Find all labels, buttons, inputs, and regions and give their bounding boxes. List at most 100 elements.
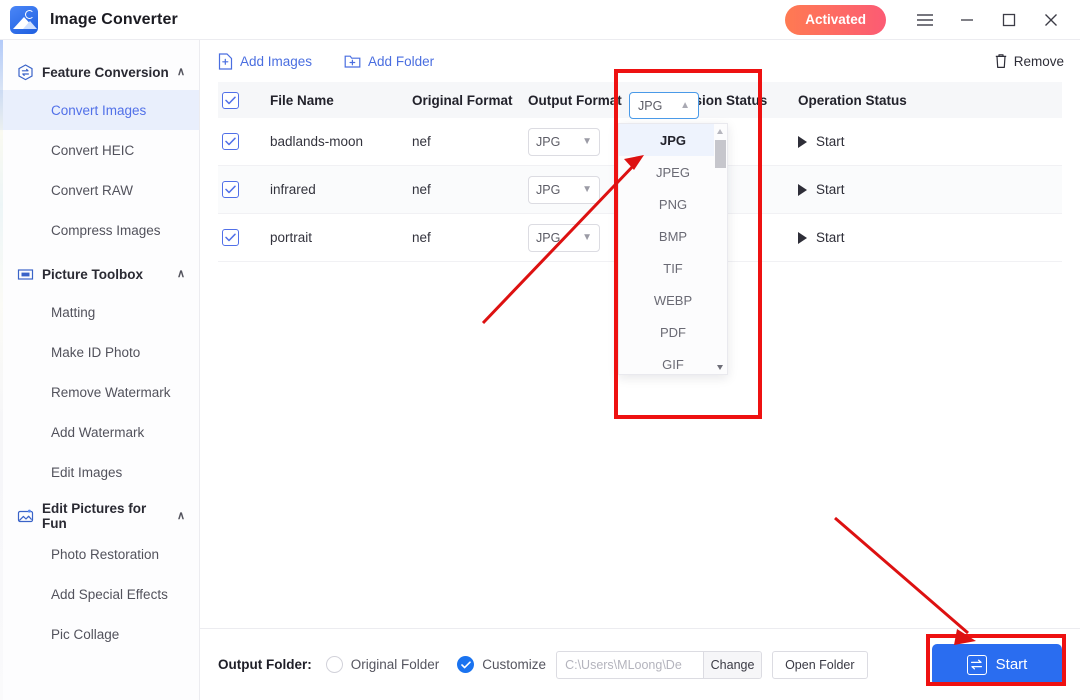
select-all-checkbox-cell[interactable] [218, 92, 270, 109]
original-folder-label: Original Folder [351, 657, 440, 672]
add-images-button[interactable]: Add Images [218, 53, 312, 70]
dropdown-option-tif[interactable]: TIF [619, 252, 727, 284]
sidebar-item-label: Make ID Photo [51, 345, 140, 360]
sidebar: Feature Conversion ∧ Convert Images Conv… [0, 40, 200, 700]
chevron-up-icon: ▲ [680, 101, 690, 111]
sidebar-item-add-special-effects[interactable]: Add Special Effects [0, 574, 199, 614]
dropdown-scrollbar[interactable] [714, 124, 727, 375]
sidebar-group-picture-toolbox[interactable]: Picture Toolbox ∧ [0, 256, 199, 292]
sidebar-item-make-id-photo[interactable]: Make ID Photo [0, 332, 199, 372]
cell-original-format: nef [412, 182, 528, 197]
window-controls: Activated [785, 0, 1080, 39]
dropdown-option-jpeg[interactable]: JPEG [619, 156, 727, 188]
sidebar-group-edit-pictures-for-fun[interactable]: Edit Pictures for Fun ∧ [0, 498, 199, 534]
dropdown-option-png[interactable]: PNG [619, 188, 727, 220]
row-checkbox[interactable] [222, 181, 239, 198]
cell-original-format: nef [412, 134, 528, 149]
chevron-up-icon: ∧ [177, 269, 185, 280]
sidebar-item-add-watermark[interactable]: Add Watermark [0, 412, 199, 452]
add-images-label: Add Images [240, 54, 312, 69]
main-content: Add Images Add Folder Remove [200, 40, 1080, 700]
row-checkbox-cell[interactable] [218, 229, 270, 246]
format-dropdown-menu[interactable]: JPG JPEG PNG BMP TIF WEBP PDF GIF [618, 123, 728, 375]
cell-original-format: nef [412, 230, 528, 245]
sidebar-item-edit-images[interactable]: Edit Images [0, 452, 199, 492]
sidebar-item-convert-heic[interactable]: Convert HEIC [0, 130, 199, 170]
cell-operation-status[interactable]: Start [798, 230, 958, 245]
dropdown-option-webp[interactable]: WEBP [619, 284, 727, 316]
scroll-down-arrow-icon[interactable] [717, 365, 723, 370]
chevron-up-icon: ∧ [177, 67, 185, 78]
sidebar-item-label: Pic Collage [51, 627, 119, 642]
sidebar-group-label: Edit Pictures for Fun [42, 501, 171, 531]
row-checkbox-cell[interactable] [218, 133, 270, 150]
sidebar-item-label: Convert HEIC [51, 143, 134, 158]
row-format-select[interactable]: JPG ▼ [528, 176, 600, 204]
open-folder-button[interactable]: Open Folder [772, 651, 867, 679]
cell-operation-status[interactable]: Start [798, 182, 958, 197]
header-format-select[interactable]: JPG ▲ [629, 92, 699, 119]
row-checkbox[interactable] [222, 133, 239, 150]
sidebar-item-label: Convert Images [51, 103, 146, 118]
sidebar-item-label: Remove Watermark [51, 385, 171, 400]
change-path-button[interactable]: Change [703, 652, 761, 678]
toolbox-icon [16, 265, 34, 283]
dropdown-option-jpg[interactable]: JPG [619, 124, 727, 156]
cell-file-name: portrait [270, 230, 412, 245]
original-folder-radio[interactable] [326, 656, 343, 673]
close-icon[interactable] [1030, 0, 1072, 40]
sidebar-item-label: Photo Restoration [51, 547, 159, 562]
hamburger-menu-icon[interactable] [904, 0, 946, 40]
add-folder-icon [344, 54, 361, 69]
sidebar-item-pic-collage[interactable]: Pic Collage [0, 614, 199, 654]
play-icon [798, 184, 807, 196]
cell-file-name: badlands-moon [270, 134, 412, 149]
customize-radio[interactable] [457, 656, 474, 673]
scrollbar-thumb[interactable] [715, 140, 726, 168]
row-format-value: JPG [536, 135, 582, 149]
minimize-icon[interactable] [946, 0, 988, 40]
remove-button[interactable]: Remove [994, 53, 1064, 69]
conversion-hex-icon [16, 63, 34, 81]
chevron-down-icon: ▼ [582, 233, 592, 243]
maximize-icon[interactable] [988, 0, 1030, 40]
sidebar-item-compress-images[interactable]: Compress Images [0, 210, 199, 250]
row-format-select[interactable]: JPG ▼ [528, 224, 600, 252]
remove-label: Remove [1014, 54, 1064, 69]
sidebar-item-matting[interactable]: Matting [0, 292, 199, 332]
add-folder-button[interactable]: Add Folder [344, 54, 434, 69]
start-conversion-button[interactable]: Start [932, 644, 1062, 686]
select-all-checkbox[interactable] [222, 92, 239, 109]
sidebar-group-feature-conversion[interactable]: Feature Conversion ∧ [0, 54, 199, 90]
sidebar-item-label: Matting [51, 305, 95, 320]
row-start-label: Start [816, 134, 845, 149]
dropdown-option-gif[interactable]: GIF [619, 348, 727, 375]
row-start-button[interactable]: Start [798, 134, 958, 149]
row-checkbox-cell[interactable] [218, 181, 270, 198]
scroll-up-arrow-icon[interactable] [717, 129, 723, 134]
activated-badge[interactable]: Activated [785, 5, 886, 35]
sidebar-item-remove-watermark[interactable]: Remove Watermark [0, 372, 199, 412]
trash-icon [994, 53, 1008, 69]
dropdown-option-pdf[interactable]: PDF [619, 316, 727, 348]
title-bar: Image Converter Activated [0, 0, 1080, 40]
row-checkbox[interactable] [222, 229, 239, 246]
sidebar-group-label: Feature Conversion [42, 65, 171, 80]
sidebar-item-convert-raw[interactable]: Convert RAW [0, 170, 199, 210]
row-format-value: JPG [536, 231, 582, 245]
row-format-select[interactable]: JPG ▼ [528, 128, 600, 156]
row-start-label: Start [816, 230, 845, 245]
output-path-group[interactable]: C:\Users\MLoong\De Change [556, 651, 762, 679]
sidebar-item-photo-restoration[interactable]: Photo Restoration [0, 534, 199, 574]
dropdown-option-bmp[interactable]: BMP [619, 220, 727, 252]
header-format-value: JPG [638, 99, 680, 113]
sidebar-item-label: Edit Images [51, 465, 122, 480]
sidebar-item-label: Convert RAW [51, 183, 133, 198]
cell-operation-status[interactable]: Start [798, 134, 958, 149]
row-start-button[interactable]: Start [798, 230, 958, 245]
output-settings-bar: Output Folder: Original Folder Customize… [200, 628, 1080, 700]
output-path-input[interactable]: C:\Users\MLoong\De [557, 652, 703, 678]
row-start-button[interactable]: Start [798, 182, 958, 197]
sidebar-item-convert-images[interactable]: Convert Images [0, 90, 199, 130]
start-conversion-label: Start [996, 656, 1028, 673]
